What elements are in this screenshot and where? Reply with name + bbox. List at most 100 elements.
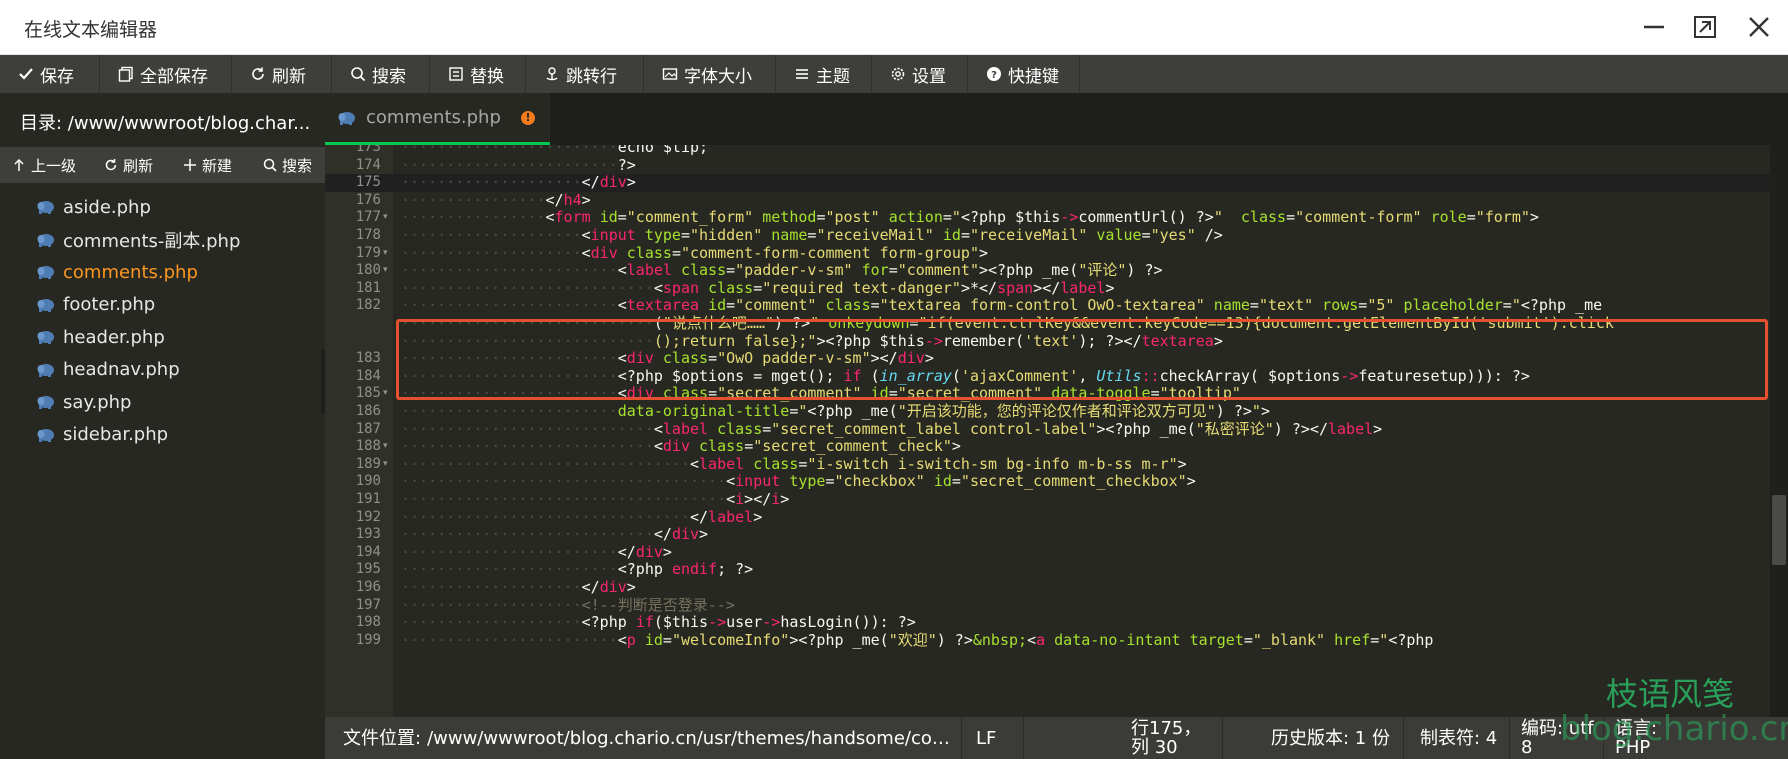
code-token: class [1240, 208, 1287, 227]
code-token: p [626, 630, 636, 649]
code-line: 184 ························<?php $option… [325, 366, 1770, 386]
code-line: 198 ····················<?php if($this->u… [325, 613, 1770, 632]
code-token: <?php _me( [807, 402, 898, 420]
svg-text:?: ? [991, 70, 997, 81]
font-size-button[interactable]: 字体大小 [644, 55, 776, 93]
file-name: comments.php [63, 261, 198, 283]
code-token: > [662, 542, 672, 561]
theme-button[interactable]: 主题 [776, 55, 872, 93]
sidebar-search-button[interactable]: 搜索 [263, 147, 312, 183]
line-number: 177 [355, 209, 381, 226]
code-token: checkArray( [1159, 366, 1268, 385]
code-token: div [662, 437, 690, 456]
fold-toggle[interactable]: ▾ [383, 456, 393, 474]
code-token: < [689, 454, 700, 473]
file-item[interactable]: comments.php [0, 256, 325, 289]
close-button[interactable] [1742, 10, 1776, 44]
code-token: class [662, 349, 709, 368]
tab-size[interactable]: 制表符: 4 [1420, 717, 1500, 759]
file-item[interactable]: footer.php [0, 289, 325, 322]
code-line: 183 ························<div class="O… [325, 349, 1770, 368]
search-button[interactable]: 搜索 [332, 55, 430, 93]
code-token: > [1177, 454, 1187, 473]
indent-guide: ································ [401, 507, 690, 526]
file-item[interactable]: headnav.php [0, 354, 325, 387]
shortcuts-button[interactable]: ? 快捷键 [968, 55, 1080, 93]
history-versions[interactable]: 历史版本: 1 份 [1271, 717, 1391, 759]
fold-toggle[interactable]: ▾ [383, 438, 393, 456]
code-token: <?php [617, 366, 672, 385]
code-token: "checkbox" [834, 472, 925, 491]
code-token: id [708, 296, 727, 315]
toolbar: 保存 全部保存 刷新 搜索 替换 跳转行 字体大小 主题 设置 ? 快捷键 [0, 55, 1788, 93]
code-token: label [626, 261, 672, 280]
fold-toggle[interactable]: ▾ [383, 209, 393, 227]
line-ending[interactable]: LF [976, 717, 1016, 759]
file-item[interactable]: say.php [0, 386, 325, 419]
code-token: endif [671, 560, 718, 579]
code-token: > [951, 437, 961, 456]
fold-toggle[interactable]: ▾ [383, 262, 393, 280]
menu-icon [796, 69, 808, 79]
code-token: ();return false};" [653, 331, 817, 350]
line-number: 186 [355, 403, 381, 419]
file-item[interactable]: header.php [0, 321, 325, 354]
code-token: "comment-form" [1295, 208, 1422, 227]
code-editor[interactable]: 173 ························echo $tip; 174… [325, 145, 1788, 717]
parent-dir-button[interactable]: 上一级 [12, 147, 76, 183]
code-line: 186 ························data-original… [325, 402, 1770, 421]
code-token: "私密评论" [1195, 419, 1274, 438]
new-file-button[interactable]: 新建 [183, 147, 232, 183]
replace-button[interactable]: 替换 [430, 55, 526, 93]
code-token: type [644, 226, 681, 244]
code-token: " [1213, 208, 1223, 227]
file-item[interactable]: sidebar.php [0, 419, 325, 452]
code-line: 197 ····················<!--判断是否登录--> [325, 595, 1770, 615]
cursor-position[interactable]: 行175，列 30 [1131, 717, 1217, 759]
line-number: 174 [355, 156, 381, 173]
save-button[interactable]: 保存 [0, 55, 100, 93]
code-token: href [1334, 630, 1371, 649]
code-token: label [1060, 278, 1106, 297]
code-token: "padder-v-sm" [735, 261, 853, 280]
fold-toggle[interactable]: ▾ [383, 245, 393, 263]
maximize-button[interactable] [1688, 10, 1722, 44]
code-token: class [825, 296, 871, 315]
file-item[interactable]: comments-副本.php [0, 224, 325, 257]
goto-line-button[interactable]: 跳转行 [526, 55, 644, 93]
line-number: 184 [355, 367, 381, 384]
line-number: 185 [355, 385, 381, 402]
vertical-scrollbar[interactable] [1770, 145, 1788, 717]
code-token: = [1466, 208, 1476, 227]
minimize-button[interactable] [1638, 10, 1672, 44]
code-token: < [653, 278, 663, 297]
code-token: > [1373, 419, 1383, 438]
indent-guide: ···················· [401, 595, 582, 614]
tab-comments-php[interactable]: comments.php ! [325, 93, 550, 145]
code-token: "hidden" [690, 226, 763, 244]
refresh-button[interactable]: 刷新 [232, 55, 332, 93]
code-token: input [735, 472, 781, 491]
fold-toggle[interactable]: ▾ [383, 385, 393, 403]
search-icon [351, 67, 366, 82]
save-all-button[interactable]: 全部保存 [100, 55, 232, 93]
php-elephant-icon [37, 331, 54, 345]
scrollbar-thumb[interactable] [1772, 495, 1786, 565]
code-token: &nbsp; [972, 630, 1028, 649]
code-token: data-original-title [617, 402, 790, 420]
file-item[interactable]: aside.php [0, 191, 325, 224]
code-token: = [671, 243, 681, 262]
code-token: class [717, 419, 763, 438]
code-token: name [771, 226, 808, 244]
sidebar-refresh-button[interactable]: 刷新 [104, 147, 153, 183]
code-token: < [1027, 630, 1037, 649]
indent-guide: ···························· [401, 314, 654, 332]
settings-button[interactable]: 设置 [872, 55, 968, 93]
code-token: echo [617, 145, 663, 156]
